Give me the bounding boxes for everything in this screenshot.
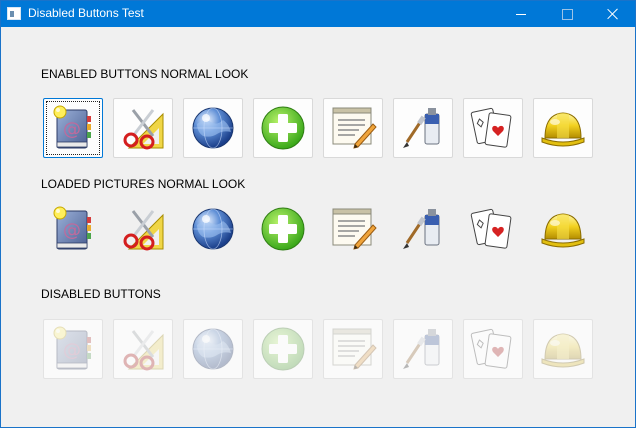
cards-picture bbox=[463, 199, 523, 259]
hard-hat-picture bbox=[533, 199, 593, 259]
main-window: Disabled Buttons Test ENABLED BUTTONS NO… bbox=[0, 0, 636, 428]
scissors-button-disabled bbox=[113, 319, 173, 379]
cards-button[interactable] bbox=[463, 98, 523, 158]
hard-hat-button-disabled bbox=[533, 319, 593, 379]
notepad-button[interactable] bbox=[323, 98, 383, 158]
paint-tube-brush-icon bbox=[399, 325, 447, 373]
notepad-pencil-icon bbox=[329, 205, 377, 253]
maximize-icon bbox=[561, 8, 573, 20]
paint-tube-brush-icon bbox=[399, 104, 447, 152]
hard-hat-icon bbox=[539, 205, 587, 253]
scissors-ruler-icon bbox=[119, 205, 167, 253]
plus-circle-icon bbox=[259, 104, 307, 152]
address-book-icon bbox=[49, 325, 97, 373]
hard-hat-icon bbox=[539, 104, 587, 152]
globe-icon bbox=[189, 104, 237, 152]
playing-cards-icon bbox=[469, 325, 517, 373]
pictures-section-label: LOADED PICTURES NORMAL LOOK bbox=[41, 177, 246, 191]
app-icon[interactable] bbox=[7, 7, 21, 20]
hard-hat-button[interactable] bbox=[533, 98, 593, 158]
globe-icon bbox=[189, 205, 237, 253]
minimize-icon bbox=[516, 13, 526, 15]
close-icon bbox=[607, 8, 619, 20]
paint-button[interactable] bbox=[393, 98, 453, 158]
paint-button-disabled bbox=[393, 319, 453, 379]
globe-icon bbox=[189, 325, 237, 373]
paint-picture bbox=[393, 199, 453, 259]
globe-picture bbox=[183, 199, 243, 259]
title-bar[interactable]: Disabled Buttons Test bbox=[1, 1, 635, 27]
playing-cards-icon bbox=[469, 205, 517, 253]
scissors-button[interactable] bbox=[113, 98, 173, 158]
window-title: Disabled Buttons Test bbox=[28, 6, 144, 20]
enabled-buttons-row bbox=[43, 98, 603, 160]
loaded-pictures-row bbox=[43, 199, 603, 261]
plus-circle-icon bbox=[259, 205, 307, 253]
playing-cards-icon bbox=[469, 104, 517, 152]
plus-circle-icon bbox=[259, 325, 307, 373]
enabled-section-label: ENABLED BUTTONS NORMAL LOOK bbox=[41, 67, 249, 81]
address-book-button[interactable] bbox=[43, 98, 103, 158]
close-button[interactable] bbox=[590, 1, 636, 27]
plus-picture bbox=[253, 199, 313, 259]
plus-button-disabled bbox=[253, 319, 313, 379]
cards-button-disabled bbox=[463, 319, 523, 379]
notepad-button-disabled bbox=[323, 319, 383, 379]
notepad-picture bbox=[323, 199, 383, 259]
address-book-icon bbox=[49, 205, 97, 253]
paint-tube-brush-icon bbox=[399, 205, 447, 253]
notepad-pencil-icon bbox=[329, 104, 377, 152]
globe-button[interactable] bbox=[183, 98, 243, 158]
address-book-icon bbox=[49, 104, 97, 152]
address-book-picture bbox=[43, 199, 103, 259]
disabled-buttons-row bbox=[43, 319, 603, 381]
globe-button-disabled bbox=[183, 319, 243, 379]
notepad-pencil-icon bbox=[329, 325, 377, 373]
hard-hat-icon bbox=[539, 325, 587, 373]
plus-button[interactable] bbox=[253, 98, 313, 158]
maximize-button[interactable] bbox=[544, 1, 590, 27]
address-book-button-disabled bbox=[43, 319, 103, 379]
minimize-button[interactable] bbox=[498, 1, 544, 27]
scissors-ruler-icon bbox=[119, 104, 167, 152]
disabled-section-label: DISABLED BUTTONS bbox=[41, 287, 161, 301]
scissors-ruler-icon bbox=[119, 325, 167, 373]
scissors-picture bbox=[113, 199, 173, 259]
